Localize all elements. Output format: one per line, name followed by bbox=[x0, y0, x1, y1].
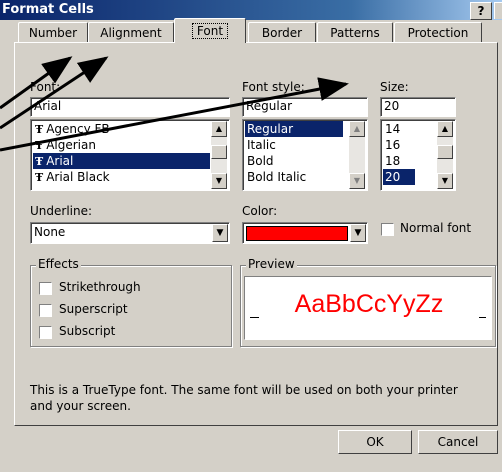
color-swatch bbox=[246, 226, 348, 241]
list-item[interactable]: Bold Italic bbox=[245, 169, 343, 185]
list-item-selected[interactable]: Ŧ Arial bbox=[33, 153, 210, 169]
color-label: Color: bbox=[242, 204, 278, 218]
preview-box: AaBbCcYyZz bbox=[244, 276, 492, 340]
tab-font[interactable]: Font bbox=[174, 18, 246, 43]
cancel-button[interactable]: Cancel bbox=[418, 430, 498, 454]
truetype-font-icon: Ŧ bbox=[35, 155, 44, 168]
tab-protection[interactable]: Protection bbox=[394, 22, 482, 43]
size-value: 20 bbox=[384, 99, 400, 113]
subscript-checkbox[interactable] bbox=[39, 326, 52, 339]
list-item-label: Arial bbox=[46, 154, 74, 168]
tab-border[interactable]: Border bbox=[248, 22, 316, 43]
superscript-checkbox[interactable] bbox=[39, 304, 52, 317]
list-item-label: Arial Black bbox=[46, 170, 110, 184]
underline-label: Underline: bbox=[30, 204, 93, 218]
info-text: This is a TrueType font. The same font w… bbox=[30, 383, 458, 413]
font-label: Font: bbox=[30, 80, 61, 94]
list-item-label: Algerian bbox=[46, 138, 96, 152]
tab-label: Patterns bbox=[330, 26, 380, 40]
dropdown-arrow-icon[interactable]: ▼ bbox=[350, 224, 366, 242]
list-item-selected[interactable]: 20 bbox=[383, 169, 415, 185]
tab-number[interactable]: Number bbox=[18, 22, 88, 43]
help-button[interactable]: ? bbox=[470, 2, 492, 20]
font-style-list[interactable]: Regular Italic Bold Bold Italic ▲ ▼ bbox=[242, 119, 368, 191]
underline-select[interactable]: None ▼ bbox=[30, 222, 230, 244]
scroll-down-icon[interactable]: ▼ bbox=[437, 173, 453, 189]
normal-font-checkbox[interactable] bbox=[381, 223, 394, 236]
scroll-up-icon[interactable]: ▲ bbox=[211, 121, 227, 137]
scroll-up-icon[interactable]: ▲ bbox=[437, 121, 453, 137]
list-item[interactable]: Ŧ Agency FB bbox=[33, 121, 210, 137]
font-style-label: Font style: bbox=[242, 80, 305, 94]
close-button[interactable] bbox=[494, 2, 502, 19]
color-select[interactable]: ▼ bbox=[242, 222, 368, 244]
font-name-input[interactable]: Arial bbox=[30, 97, 230, 117]
font-style-value: Regular bbox=[246, 99, 293, 113]
strikethrough-label: Strikethrough bbox=[59, 280, 141, 294]
tab-label: Font bbox=[191, 23, 229, 39]
tab-patterns[interactable]: Patterns bbox=[317, 22, 393, 43]
list-item[interactable]: Ŧ Algerian bbox=[33, 137, 210, 153]
font-style-input[interactable]: Regular bbox=[242, 97, 368, 117]
list-item[interactable]: 18 bbox=[383, 153, 415, 169]
list-item-label: Agency FB bbox=[46, 122, 110, 136]
font-style-scrollbar[interactable]: ▲ ▼ bbox=[349, 121, 365, 189]
scroll-up-icon[interactable]: ▲ bbox=[349, 121, 365, 137]
font-list-scrollbar[interactable]: ▲ ▼ bbox=[211, 121, 227, 189]
list-item[interactable]: Italic bbox=[245, 137, 343, 153]
tab-alignment[interactable]: Alignment bbox=[88, 22, 174, 43]
title-bar: Format Cells ? bbox=[0, 0, 502, 20]
tab-label: Number bbox=[28, 26, 78, 40]
subscript-label: Subscript bbox=[59, 324, 116, 338]
scroll-down-icon[interactable]: ▼ bbox=[349, 173, 365, 189]
superscript-label: Superscript bbox=[59, 302, 128, 316]
list-item[interactable]: Bold bbox=[245, 153, 343, 169]
normal-font-label: Normal font bbox=[400, 221, 472, 235]
dropdown-arrow-icon[interactable]: ▼ bbox=[212, 224, 228, 242]
truetype-font-icon: Ŧ bbox=[35, 171, 44, 184]
scroll-thumb[interactable] bbox=[211, 145, 227, 159]
preview-legend: Preview bbox=[246, 257, 297, 271]
truetype-font-icon: Ŧ bbox=[35, 139, 44, 152]
size-scrollbar[interactable]: ▲ ▼ bbox=[437, 121, 453, 189]
list-item[interactable]: 16 bbox=[383, 137, 415, 153]
font-name-value: Arial bbox=[34, 99, 62, 113]
size-label: Size: bbox=[380, 80, 409, 94]
size-list[interactable]: 14 16 18 20 ▲ ▼ bbox=[380, 119, 456, 191]
tab-label: Protection bbox=[407, 26, 469, 40]
tab-label: Border bbox=[261, 26, 303, 40]
size-input[interactable]: 20 bbox=[380, 97, 456, 117]
window-title: Format Cells bbox=[2, 2, 94, 17]
list-item[interactable]: 14 bbox=[383, 121, 415, 137]
scroll-thumb[interactable] bbox=[437, 145, 453, 159]
strikethrough-checkbox[interactable] bbox=[39, 282, 52, 295]
underline-value: None bbox=[34, 225, 66, 239]
list-item-selected[interactable]: Regular bbox=[245, 121, 343, 137]
tab-label: Alignment bbox=[100, 26, 162, 40]
scroll-down-icon[interactable]: ▼ bbox=[211, 173, 227, 189]
font-list[interactable]: Ŧ Agency FB Ŧ Algerian Ŧ Arial Ŧ Arial Black… bbox=[30, 119, 230, 191]
list-item[interactable]: Ŧ Arial Black bbox=[33, 169, 210, 185]
ok-button[interactable]: OK bbox=[338, 430, 412, 454]
truetype-font-icon: Ŧ bbox=[35, 123, 44, 136]
preview-sample-text: AaBbCcYyZz bbox=[259, 287, 479, 321]
effects-legend: Effects bbox=[36, 257, 81, 271]
